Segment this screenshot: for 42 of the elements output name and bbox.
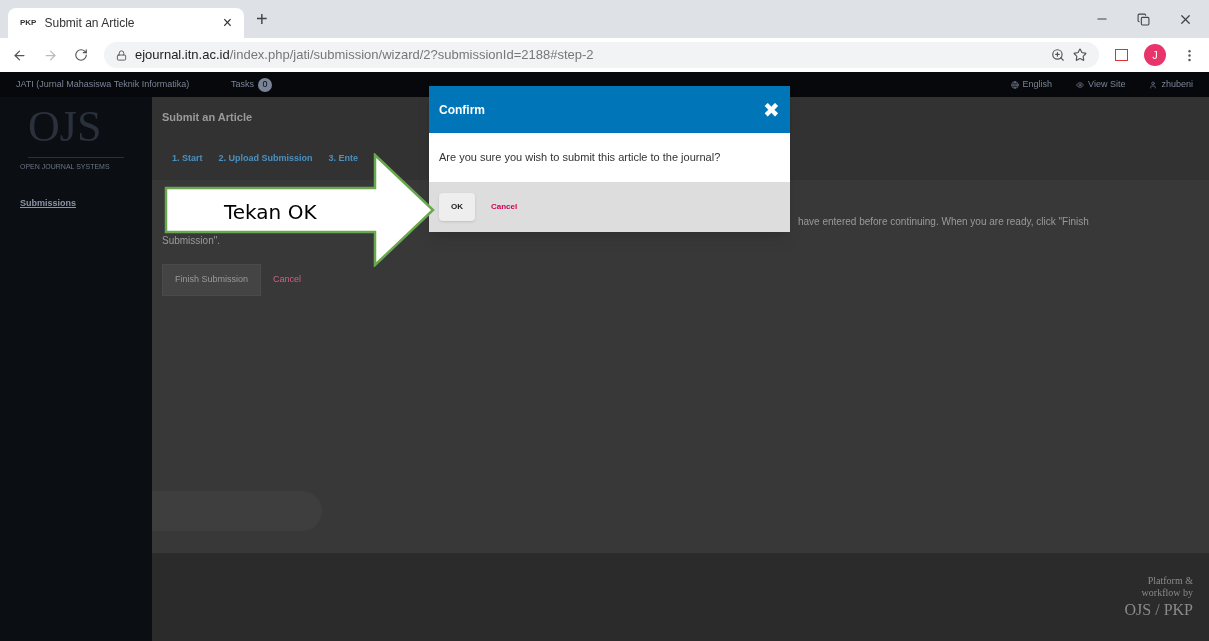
finish-submission-button[interactable]: Finish Submission (162, 264, 262, 296)
journal-name[interactable]: JATI (Jurnal Mahasiswa Teknik Informatika) (16, 77, 231, 92)
eye-icon (1076, 80, 1085, 89)
back-icon[interactable] (12, 47, 27, 63)
ok-button[interactable]: OK (439, 193, 475, 221)
notice-text: have entered before continuing. When you are ready, click "Finish (797, 215, 1090, 229)
bookmark-star-icon[interactable] (1073, 48, 1087, 62)
notice-text: Submission". (162, 234, 222, 248)
cancel-link[interactable]: Cancel (273, 273, 302, 287)
lock-icon (116, 49, 127, 61)
url-field[interactable]: ejournal.itn.ac.id/index.php/jati/submission/wizard/2?submissionId=2188#step-2 (104, 42, 1099, 68)
step-tab[interactable]: 3. Ente (328, 151, 359, 165)
footer-credit: OJS / PKP (1124, 599, 1193, 620)
cancel-button[interactable]: Cancel (491, 201, 518, 213)
page-title: Submit an Article (162, 110, 253, 125)
topbar-link[interactable]: View Site (1076, 77, 1126, 92)
close-button[interactable]: ✖ (763, 94, 780, 125)
extension-icon[interactable] (1115, 49, 1128, 61)
footer-credit: Platform & (1147, 574, 1193, 587)
new-tab-button[interactable]: + (256, 4, 268, 34)
step-tab[interactable]: 1. Start (172, 151, 203, 165)
user-icon (1149, 80, 1158, 89)
tab-close-button[interactable]: × (222, 11, 232, 35)
reload-icon[interactable] (74, 48, 88, 62)
dialog-message: Are you sure you wish to submit this article to the journal? (439, 150, 721, 166)
callout-text: Tekan OK (224, 199, 317, 226)
globe-icon (1010, 80, 1019, 89)
restore-icon[interactable] (1137, 12, 1150, 26)
tasks-count: 0 (258, 77, 272, 92)
sidebar-item[interactable]: Submissions (20, 196, 152, 210)
tasks-link[interactable]: Tasks (231, 77, 254, 92)
zoom-icon[interactable] (1051, 48, 1065, 62)
step-tab[interactable]: 2. Upload Submission (218, 151, 313, 165)
tab-title: Submit an Article (44, 15, 136, 32)
dialog-title: Confirm (439, 101, 485, 119)
topbar-link[interactable]: English (1010, 77, 1053, 92)
favicon: PKP (20, 17, 37, 29)
profile-avatar[interactable]: J (1144, 44, 1166, 66)
url-text: ejournal.itn.ac.id/index.php/jati/submission/wizard/2?submissionId=2188#step-2 (135, 46, 594, 65)
topbar-link[interactable]: zhubeni (1149, 77, 1193, 92)
footer-credit: workflow by (1141, 587, 1193, 600)
browser-tab[interactable]: PKP Submit an Article × (8, 8, 244, 38)
